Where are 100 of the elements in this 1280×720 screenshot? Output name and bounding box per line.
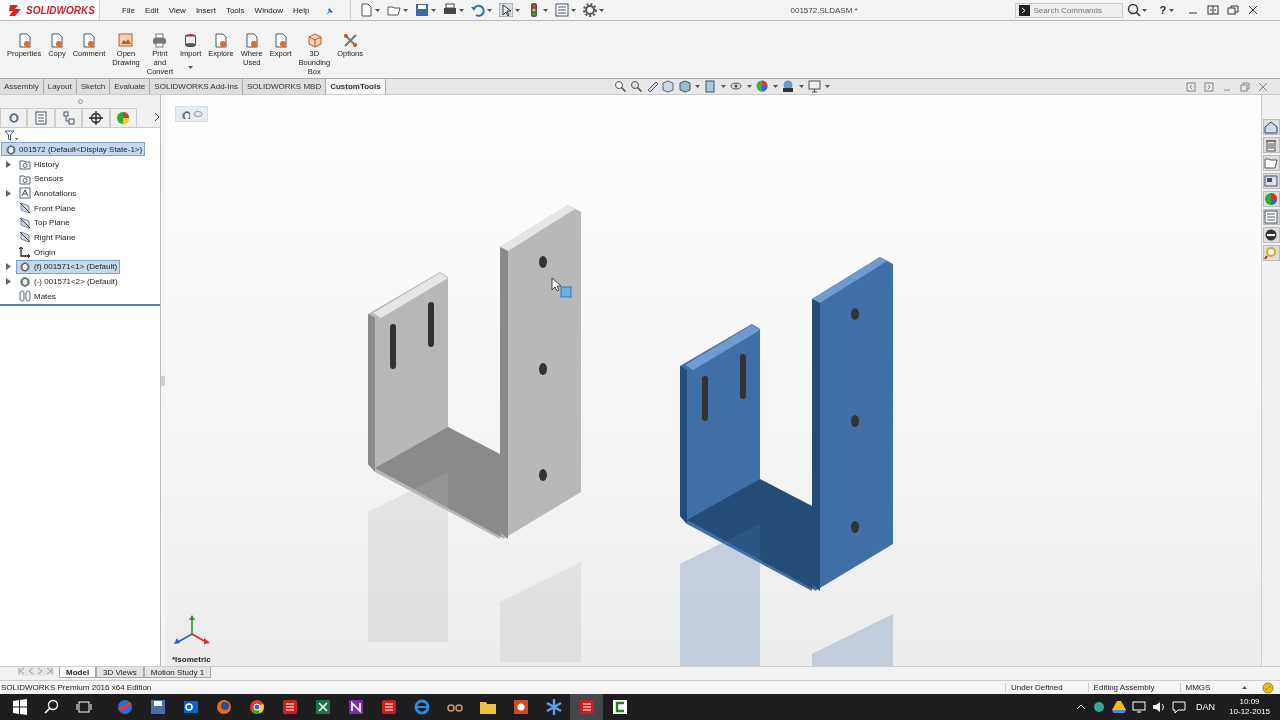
zoom-area-icon[interactable] [629,80,643,93]
browser-icon[interactable] [247,698,266,716]
search-icon[interactable] [44,699,60,715]
printer-icon[interactable] [442,3,457,17]
ribbon-tab[interactable]: Sketch [76,79,111,94]
caret-icon[interactable] [513,6,521,14]
folder-icon[interactable] [1264,156,1278,170]
notification-icon[interactable] [1172,700,1187,714]
chevron-right-icon[interactable] [153,112,161,122]
notebook-icon[interactable] [346,698,365,716]
recorder-icon[interactable] [610,698,629,716]
rebuild-icon[interactable] [1262,681,1274,694]
restore-icon[interactable] [1227,4,1240,16]
spreadsheet-icon[interactable] [313,698,332,716]
caret-icon[interactable] [373,6,381,14]
tree-item[interactable]: History [16,157,62,172]
clock-time[interactable]: 10:09 [1239,697,1260,707]
splitter-handle-icon[interactable] [161,373,165,388]
view-tab[interactable]: 3D Views [96,667,144,678]
caret-icon[interactable] [401,6,409,14]
tree-item[interactable]: 001572 (Default<Display State-1>) [1,142,146,157]
help-button[interactable]: ? [1159,4,1167,16]
tree-item[interactable]: Annotations [16,186,80,201]
clock-date[interactable]: 10-12-2015 [1229,707,1270,717]
menu-item[interactable]: Tools [225,5,245,15]
home-icon[interactable] [1264,120,1278,134]
ribbon-tab[interactable]: Assembly [0,79,44,94]
windows-logo-icon[interactable] [12,699,28,715]
ribbon-tab[interactable]: Layout [43,79,77,94]
caret-icon[interactable] [457,6,465,14]
tree-item[interactable]: Right Plane [16,230,79,245]
view-palette-icon[interactable] [1264,174,1278,188]
expand-arrow-icon[interactable] [5,278,11,286]
color-sphere-icon[interactable] [116,110,131,125]
color-sphere-icon[interactable] [755,80,769,93]
menu-item[interactable]: Edit [144,5,159,15]
ribbon-tab[interactable]: Evaluate [110,79,151,94]
panel-right-icon[interactable] [1204,81,1214,92]
caret-icon[interactable] [1140,6,1148,14]
caret-up-icon[interactable] [1076,702,1087,712]
view-tab[interactable]: Motion Study 1 [143,667,212,678]
section-view-icon[interactable] [661,80,675,93]
caret-icon[interactable] [569,6,577,14]
new-document-icon[interactable] [358,3,373,17]
scene-icon[interactable] [781,80,795,93]
caret-icon[interactable] [485,6,493,14]
caret-icon[interactable] [1168,6,1176,14]
expand-arrow-icon[interactable] [5,160,11,168]
tree-item[interactable]: Origin [16,245,59,260]
caret-icon[interactable] [745,83,753,90]
ribbon-tab[interactable]: SOLIDWORKS MBD [242,79,327,94]
zoom-icon[interactable] [613,80,627,93]
menu-item[interactable]: Insert [195,5,216,15]
trash-bin-icon[interactable] [1264,138,1278,152]
pin-icon[interactable] [323,5,334,15]
mail-icon[interactable] [181,698,200,716]
panel-left-icon[interactable] [1186,81,1196,92]
expand-arrow-icon[interactable] [5,263,11,271]
caret-icon[interactable] [541,6,549,14]
display-style-icon[interactable] [703,80,717,93]
presentation-icon[interactable] [511,698,530,716]
property-list-icon[interactable] [34,110,49,125]
caret-icon[interactable] [771,83,779,90]
speaker-icon[interactable] [1152,700,1167,714]
caret-up-icon[interactable] [1241,684,1249,691]
caret-icon[interactable] [187,64,195,71]
tile-icon[interactable] [1207,4,1220,16]
search-field[interactable]: Search Commands [1014,2,1123,18]
monitor-icon[interactable] [807,80,821,93]
tree-item[interactable]: Top Plane [16,215,73,230]
search-icon[interactable] [1126,3,1141,17]
task-view-icon[interactable] [76,699,92,715]
tree-item[interactable]: Front Plane [16,201,79,216]
eye-icon[interactable] [729,80,743,93]
caret-icon[interactable] [693,83,701,90]
pencil-icon[interactable] [645,80,659,93]
close-icon[interactable] [1247,4,1260,16]
menu-item[interactable]: View [168,5,186,15]
pointer-icon[interactable] [498,3,513,17]
grip-icon[interactable] [77,98,83,104]
filter-icon[interactable] [4,129,18,141]
settings-icon[interactable] [582,3,597,17]
crosshair-icon[interactable] [88,110,103,125]
globe-icon[interactable] [115,698,134,716]
expand-arrow-icon[interactable] [5,189,11,197]
folder-icon[interactable] [386,3,401,17]
tree-item[interactable]: (f) 001571<1> (Default) [16,259,121,274]
color-sphere-icon[interactable] [1264,192,1278,206]
save-icon[interactable] [414,3,429,17]
ribbon-tab[interactable]: CustomTools [326,79,386,94]
caret-icon[interactable] [429,6,437,14]
cube-icon[interactable] [677,80,691,93]
circle-icon[interactable] [1264,228,1278,242]
network-icon[interactable] [1132,700,1147,714]
tree-item[interactable]: Sensors [16,171,67,186]
tree-item[interactable]: Mates [16,289,59,304]
ribbon-tab[interactable]: SOLIDWORKS Add-Ins [150,79,243,94]
menu-item[interactable]: Help [293,5,310,15]
language-indicator[interactable]: DAN [1196,702,1216,712]
snowflake-icon[interactable] [544,698,563,716]
